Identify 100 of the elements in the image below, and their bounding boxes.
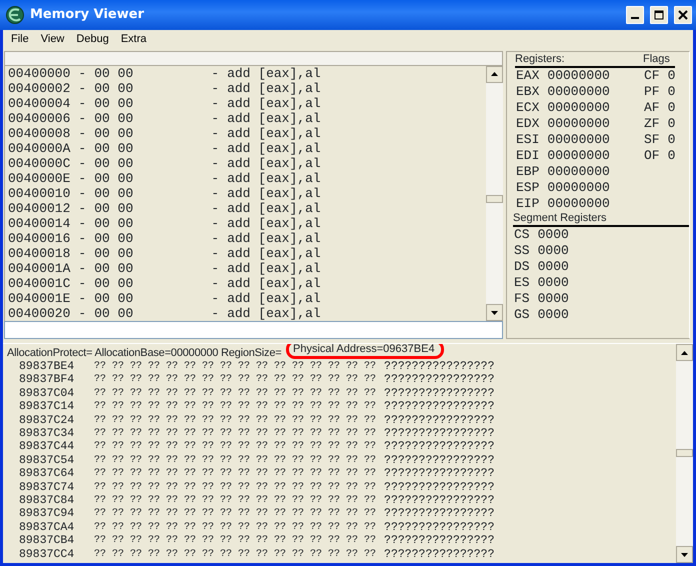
instruction-text: add [eax],al — [227, 96, 321, 111]
instruction-text: add [eax],al — [227, 156, 321, 171]
register-name: EDX — [516, 116, 540, 132]
maximize-icon — [654, 10, 664, 20]
ascii-text: ???????????????? — [384, 548, 494, 562]
register-name: GS — [514, 307, 530, 323]
separator-text: - — [211, 126, 220, 141]
register-name: PF — [644, 84, 660, 100]
address-text: 89837BE4 — [19, 360, 76, 374]
address-text: 89837C44 — [19, 440, 76, 454]
register-name: EBP — [516, 164, 540, 180]
scroll-thumb[interactable] — [676, 449, 693, 457]
address-text: 00400004 — [8, 96, 70, 111]
register-value: 0 — [668, 132, 676, 148]
ascii-text: ???????????????? — [384, 386, 494, 400]
scroll-up-button[interactable] — [486, 66, 503, 83]
menu-item[interactable]: File — [5, 30, 35, 48]
address-text: 00400020 — [8, 306, 70, 321]
instruction-text: add [eax],al — [227, 306, 321, 321]
scroll-thumb[interactable] — [486, 194, 503, 203]
hex-bytes-text: ?? ?? ?? ?? ?? ?? ?? ?? ?? ?? ?? ?? ?? ?? ?? ?? — [94, 440, 376, 454]
ascii-text: ???????????????? — [384, 427, 494, 440]
section-heading: Flags — [643, 53, 676, 68]
separator-text: - — [211, 96, 220, 111]
separator-text: - — [211, 140, 220, 156]
bytes-text: 00 00 — [94, 170, 134, 186]
scroll-down-button[interactable] — [676, 546, 693, 563]
menu-item[interactable]: Debug — [70, 30, 115, 48]
separator-text: - — [78, 306, 86, 321]
separator-text: - — [78, 170, 86, 186]
close-button[interactable] — [674, 6, 692, 24]
ascii-text: ???????????????? — [384, 520, 494, 534]
ascii-text: ???????????????? — [384, 480, 494, 494]
bytes-text: 00 00 — [94, 156, 134, 171]
maximize-button[interactable] — [650, 6, 668, 24]
register-value: 00000000 — [547, 132, 610, 148]
register-name: AF — [644, 100, 660, 116]
address-text: 89837CA4 — [19, 520, 76, 534]
register-name: ES — [514, 275, 530, 291]
separator-text: - — [211, 290, 220, 306]
scrollbar[interactable] — [676, 344, 693, 563]
menu-item[interactable]: View — [34, 30, 70, 48]
instruction-text: add [eax],al — [227, 80, 321, 96]
register-value: 00000000 — [547, 164, 610, 180]
address-text: 00400006 — [8, 110, 70, 126]
separator-text: - — [78, 156, 86, 171]
app-logo-icon — [6, 6, 24, 24]
address-text: 00400012 — [8, 200, 70, 216]
address-text: 0040000A — [8, 140, 70, 156]
register-name: DS — [514, 259, 530, 275]
instruction-text: add [eax],al — [227, 186, 321, 201]
separator-text: - — [211, 80, 220, 96]
register-value: 0000 — [538, 259, 569, 275]
bytes-text: 00 00 — [94, 66, 134, 81]
separator-text: - — [78, 216, 86, 231]
menu-item[interactable]: Extra — [114, 30, 152, 48]
address-text: 89837C24 — [19, 414, 76, 428]
address-text: 00400010 — [8, 186, 70, 201]
register-value: 00000000 — [547, 148, 610, 164]
hex-bytes-text: ?? ?? ?? ?? ?? ?? ?? ?? ?? ?? ?? ?? ?? ?? ?? ?? — [94, 520, 376, 534]
separator-text: - — [211, 170, 220, 186]
ascii-text: ???????????????? — [384, 360, 494, 374]
separator-text: - — [78, 80, 86, 96]
bytes-text: 00 00 — [94, 306, 134, 321]
hex-bytes-text: ?? ?? ?? ?? ?? ?? ?? ?? ?? ?? ?? ?? ?? ?? ?? ?? — [94, 386, 376, 400]
ascii-text: ???????????????? — [384, 440, 494, 454]
instruction-text: add [eax],al — [227, 230, 321, 246]
separator-text: - — [78, 186, 86, 201]
address-text: 0040000E — [8, 170, 70, 186]
separator-text: - — [211, 276, 220, 291]
separator-text: - — [78, 290, 86, 306]
register-value: 00000000 — [547, 180, 610, 196]
ascii-text: ???????????????? — [384, 400, 494, 414]
bytes-text: 00 00 — [94, 200, 134, 216]
bytes-text: 00 00 — [94, 216, 134, 231]
bytes-text: 00 00 — [94, 186, 134, 201]
scrollbar[interactable] — [486, 66, 503, 321]
address-text: 00400000 — [8, 66, 70, 81]
address-text: 89837CB4 — [19, 534, 76, 548]
register-value: 0 — [668, 100, 676, 116]
instruction-text: add [eax],al — [227, 170, 321, 186]
address-text: 00400002 — [8, 80, 70, 96]
address-text: 89837C04 — [19, 386, 76, 400]
address-text: 89837C54 — [19, 454, 76, 468]
bytes-text: 00 00 — [94, 260, 134, 276]
separator-text: - — [78, 200, 86, 216]
instruction-text: add [eax],al — [227, 126, 321, 141]
register-name: ESP — [516, 180, 540, 196]
up-arrow-icon — [491, 72, 498, 76]
window-title: Memory Viewer — [30, 6, 145, 24]
scroll-up-button[interactable] — [676, 344, 693, 361]
separator-text: - — [211, 66, 220, 81]
separator-text: - — [211, 200, 220, 216]
scroll-down-button[interactable] — [486, 304, 503, 321]
register-value: 0000 — [538, 307, 569, 323]
separator-text: - — [211, 156, 220, 171]
minimize-button[interactable] — [626, 6, 644, 24]
register-name: EDI — [516, 148, 540, 164]
input-field[interactable] — [4, 321, 503, 339]
separator-text: - — [78, 246, 86, 261]
